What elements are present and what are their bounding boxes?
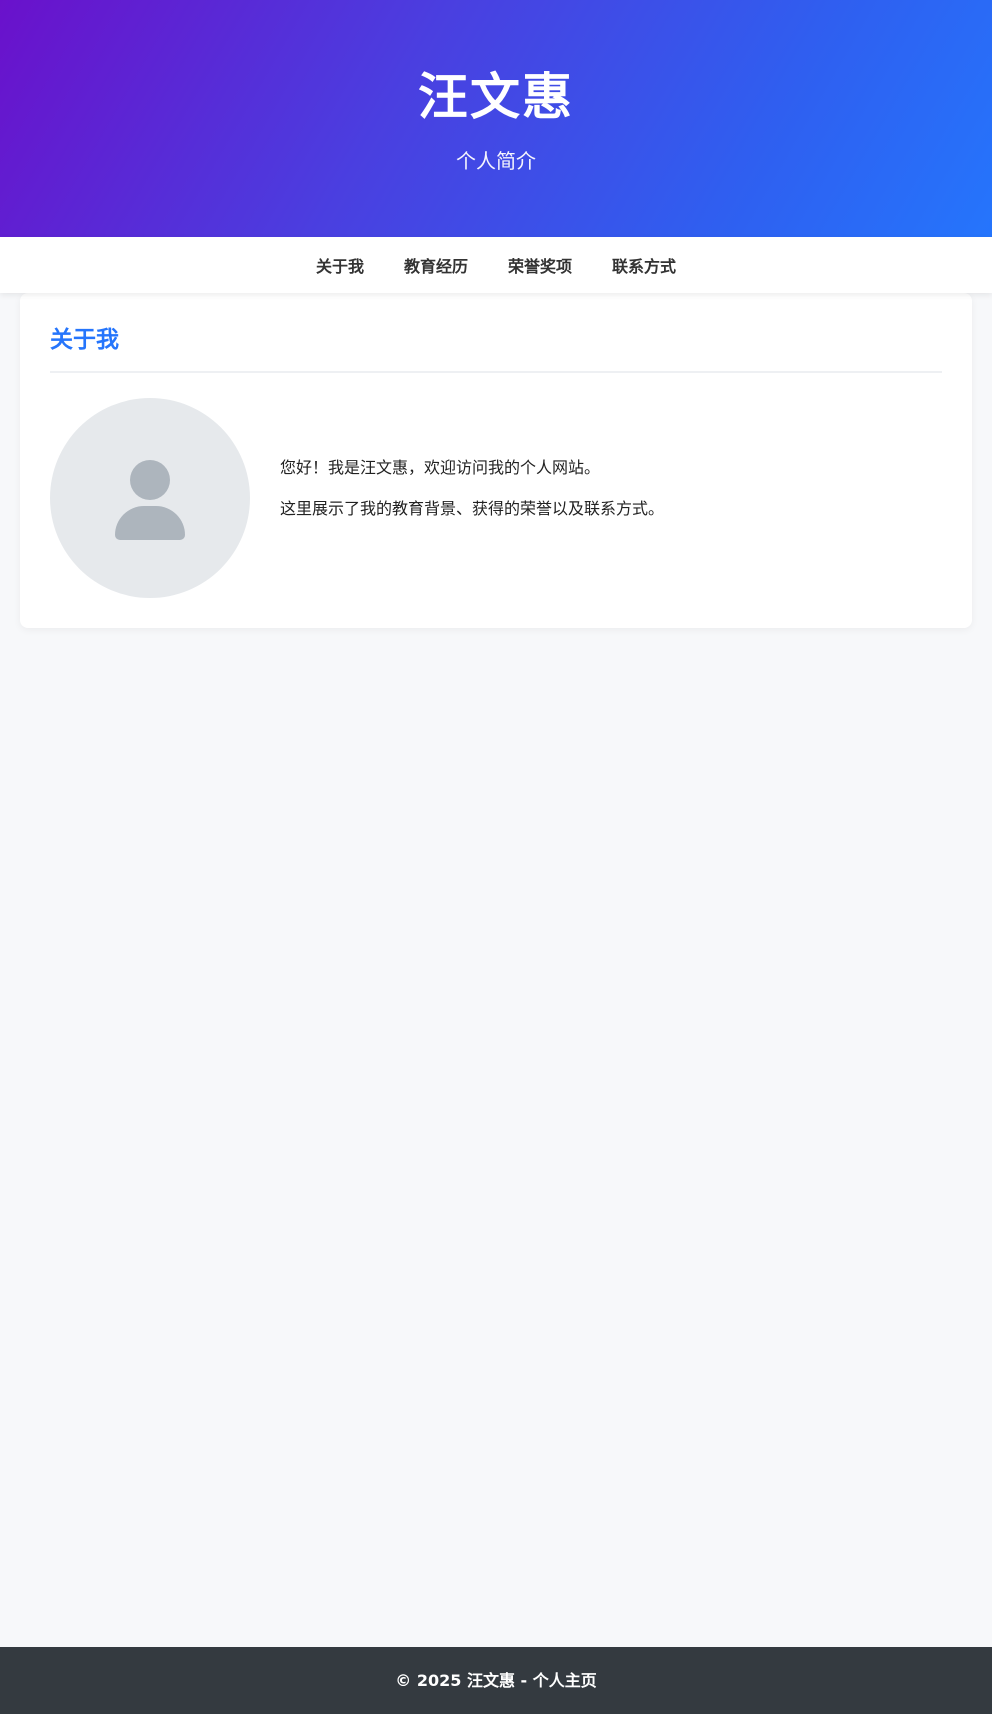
- hero-header: 汪文惠 个人简介: [0, 0, 992, 237]
- page-subtitle: 个人简介: [456, 149, 536, 173]
- bio-paragraph: 您好！我是汪文惠，欢迎访问我的个人网站。: [280, 458, 601, 477]
- bio-paragraph: 这里展示了我的教育背景、获得的荣誉以及联系方式。: [280, 499, 665, 518]
- avatar-head-shape: [130, 460, 170, 500]
- bio-text: 您好！我是汪文惠，欢迎访问我的个人网站。 这里展示了我的教育背景、获得的荣誉以及…: [280, 456, 664, 538]
- page-title: 汪文惠: [418, 68, 574, 126]
- avatar-body-shape: [115, 506, 185, 540]
- page: 汪文惠 个人简介 关于我 教育经历 荣誉奖项 联系方式 关于我 您好！我是汪文惠…: [0, 0, 992, 1714]
- footer: © 2025 汪文惠 - 个人主页: [0, 1647, 992, 1714]
- about-section: 关于我 您好！我是汪文惠，欢迎访问我的个人网站。 这里展示了我的教育背景、获得的…: [20, 293, 972, 628]
- nav-item-about[interactable]: 关于我: [316, 247, 364, 283]
- footer-copyright: © 2025 汪文惠 - 个人主页: [395, 1671, 597, 1690]
- nav-item-education[interactable]: 教育经历: [404, 247, 468, 283]
- section-title: 关于我: [50, 327, 119, 353]
- nav-item-honors[interactable]: 荣誉奖项: [508, 247, 572, 283]
- main-nav: 关于我 教育经历 荣誉奖项 联系方式: [0, 237, 992, 293]
- avatar: [50, 398, 250, 598]
- nav-item-contact[interactable]: 联系方式: [612, 247, 676, 283]
- section-divider: [50, 371, 942, 373]
